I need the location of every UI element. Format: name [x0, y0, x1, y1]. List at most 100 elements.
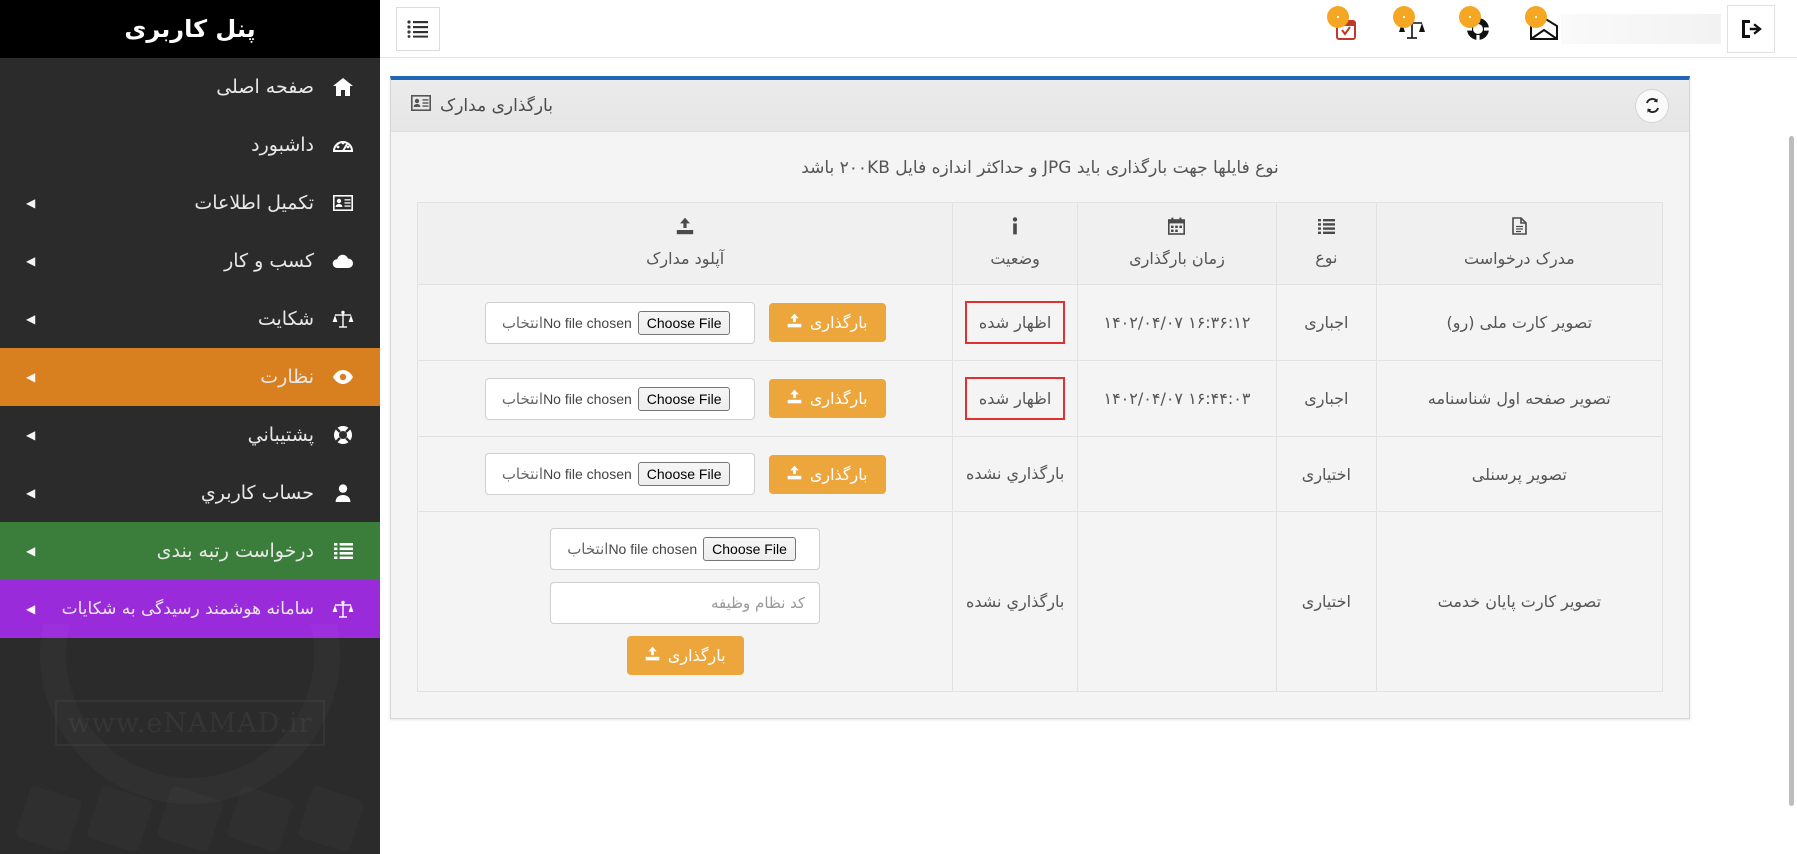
upload-button[interactable]: بارگذاری [626, 636, 744, 675]
card-title-text: بارگذاری مدارک [440, 95, 553, 116]
upload-button-label: بارگذاری [667, 646, 726, 665]
mail-badge: ۰ [1525, 5, 1547, 28]
table-body: تصویر کارت ملی (رو) اجباری ۱۴۰۲/۰۴/۰۷ ۱۶:۳… [416, 284, 1664, 692]
column-header-document-label: مدرک درخواست [1463, 249, 1575, 268]
sidebar-menu: صفحه اصلی داشبورد تکمیل اطلاعات ◀ کسب و کار ◀… [0, 58, 380, 638]
cell-document: تصویر پرسنلی [1375, 436, 1664, 512]
sidebar-item-label: درخواست رتبه بندی [156, 540, 314, 562]
cell-document: تصویر کارت ملی (رو) [1375, 284, 1664, 361]
upload-icon [645, 646, 660, 665]
scales-icon [328, 309, 358, 329]
scales-icon[interactable]: ۰ [1393, 5, 1429, 46]
cell-type: اجباری [1276, 284, 1377, 361]
mail-icon[interactable]: ۰ [1525, 5, 1561, 46]
sidebar-item-9[interactable]: سامانه هوشمند رسیدگی به شکایات ◀ [0, 580, 380, 638]
status-badge: اظهار شده [964, 377, 1066, 420]
sidebar-item-label: حساب کاربري [200, 482, 314, 504]
choose-file-button[interactable]: Choose File [637, 386, 731, 411]
sidebar-item-label: شکایت [257, 308, 314, 330]
user-name-display [1561, 13, 1721, 44]
cell-upload-time [1076, 436, 1278, 512]
scales-icon [328, 599, 358, 619]
sidebar-item-label: کسب و کار [224, 250, 314, 272]
file-picker-group[interactable]: انتخاب Choose File No file chosen [484, 301, 755, 344]
logout-icon[interactable] [1727, 4, 1775, 53]
file-picker-group[interactable]: انتخاب Choose File No file chosen [550, 528, 821, 570]
sidebar-item-1[interactable]: داشبورد [0, 116, 380, 174]
hamburger-menu-icon[interactable] [396, 6, 440, 51]
cell-document: تصویر کارت پایان خدمت [1375, 511, 1664, 692]
upload-icon [787, 465, 802, 484]
upload-controls-row: انتخاب Choose File No file chosen بارگذاری [426, 377, 944, 420]
sidebar-item-label: تکمیل اطلاعات [194, 192, 314, 214]
chevron-left-icon: ◀ [26, 196, 36, 210]
upload-controls-row: انتخاب Choose File No file chosen بارگذاری [426, 453, 944, 495]
cell-type: اختیاری [1276, 436, 1377, 512]
table-row: تصویر صفحه اول شناسنامه اجباری ۱۴۰۲/۰۴/۰۷ … [416, 360, 1664, 437]
chevron-left-icon: ◀ [26, 602, 36, 616]
sidebar-item-label: نظارت [260, 366, 314, 388]
sidebar-item-8[interactable]: درخواست رتبه بندی ◀ [0, 522, 380, 580]
sidebar-item-4[interactable]: شکایت ◀ [0, 290, 380, 348]
content-region: بارگذاری مدارک نوع فایلها جهت بارگذاری ب… [380, 58, 1797, 854]
dashboard-icon [328, 136, 358, 154]
app-root: ۰ ۰ ۰ ۰ بارگذاری مدارک نوع فایلها جهت با… [0, 0, 1797, 854]
eye-icon [328, 370, 358, 384]
file-picker-group[interactable]: انتخاب Choose File No file chosen [484, 453, 755, 495]
file-picker-label: انتخاب [501, 465, 544, 483]
upload-button[interactable]: بارگذاری [768, 379, 886, 418]
calendar-check-badge: ۰ [1327, 5, 1349, 28]
sidebar-item-5[interactable]: نظارت ◀ [0, 348, 380, 406]
cell-upload-time: ۱۴۰۲/۰۴/۰۷ ۱۶:۴۴:۰۳ [1076, 360, 1278, 437]
watermark-diamond [15, 785, 83, 853]
page-scrollbar[interactable] [1763, 76, 1797, 854]
watermark-arc [40, 624, 340, 804]
documents-table: مدرک درخواست نوع زمان بارگذاری وضعیت آپل… [416, 202, 1664, 692]
no-file-chosen-text: No file chosen [543, 466, 632, 482]
chevron-left-icon: ◀ [26, 312, 36, 326]
file-input[interactable]: Choose File No file chosen [543, 462, 731, 486]
calendar-icon [1084, 217, 1270, 240]
file-input[interactable]: Choose File No file chosen [543, 310, 731, 335]
chevron-left-icon: ◀ [26, 486, 36, 500]
file-input[interactable]: Choose File No file chosen [608, 537, 796, 561]
status-badge: بارگذاري نشده [965, 464, 1065, 484]
sidebar-item-0[interactable]: صفحه اصلی [0, 58, 380, 116]
content-inner: بارگذاری مدارک نوع فایلها جهت بارگذاری ب… [380, 76, 1763, 854]
sidebar-item-3[interactable]: کسب و کار ◀ [0, 232, 380, 290]
column-header-type-label: نوع [1315, 247, 1338, 267]
upload-icon [787, 313, 802, 332]
card-header: بارگذاری مدارک [391, 80, 1689, 132]
service-code-field[interactable] [550, 582, 821, 624]
refresh-icon[interactable] [1635, 88, 1669, 123]
home-icon [328, 78, 358, 96]
choose-file-button[interactable]: Choose File [703, 537, 796, 561]
upload-button[interactable]: بارگذاری [768, 303, 886, 342]
lifebuoy-icon[interactable]: ۰ [1459, 5, 1495, 46]
column-header-document: مدرک درخواست [1375, 202, 1664, 285]
calendar-check-icon[interactable]: ۰ [1327, 5, 1363, 46]
list-icon [328, 543, 358, 559]
sidebar-item-2[interactable]: تکمیل اطلاعات ◀ [0, 174, 380, 232]
sidebar: پنل کاربری صفحه اصلی داشبورد تکمیل اطلاعات… [0, 0, 380, 854]
no-file-chosen-text: No file chosen [543, 314, 632, 331]
cell-type: اختیاری [1276, 511, 1377, 692]
sidebar-item-6[interactable]: پشتیباني ◀ [0, 406, 380, 464]
table-head: مدرک درخواست نوع زمان بارگذاری وضعیت آپل… [416, 202, 1664, 285]
upload-button[interactable]: بارگذاری [768, 454, 886, 494]
scales-badge: ۰ [1393, 5, 1415, 28]
watermark-diamond [86, 785, 154, 853]
page-title: بارگذاری مدارک [411, 95, 553, 116]
no-file-chosen-text: No file chosen [543, 390, 632, 407]
file-picker-group[interactable]: انتخاب Choose File No file chosen [484, 377, 755, 420]
choose-file-button[interactable]: Choose File [637, 462, 731, 486]
file-input[interactable]: Choose File No file chosen [543, 386, 731, 411]
choose-file-button[interactable]: Choose File [637, 310, 731, 335]
sidebar-item-7[interactable]: حساب کاربري ◀ [0, 464, 380, 522]
upload-icon [787, 389, 802, 408]
cell-status: اظهار شده [952, 284, 1078, 361]
upload-documents-card: بارگذاری مدارک نوع فایلها جهت بارگذاری ب… [390, 76, 1690, 719]
id-card-icon [328, 195, 358, 211]
cell-status: بارگذاري نشده [952, 436, 1078, 512]
column-header-status-label: وضعیت [990, 249, 1040, 268]
